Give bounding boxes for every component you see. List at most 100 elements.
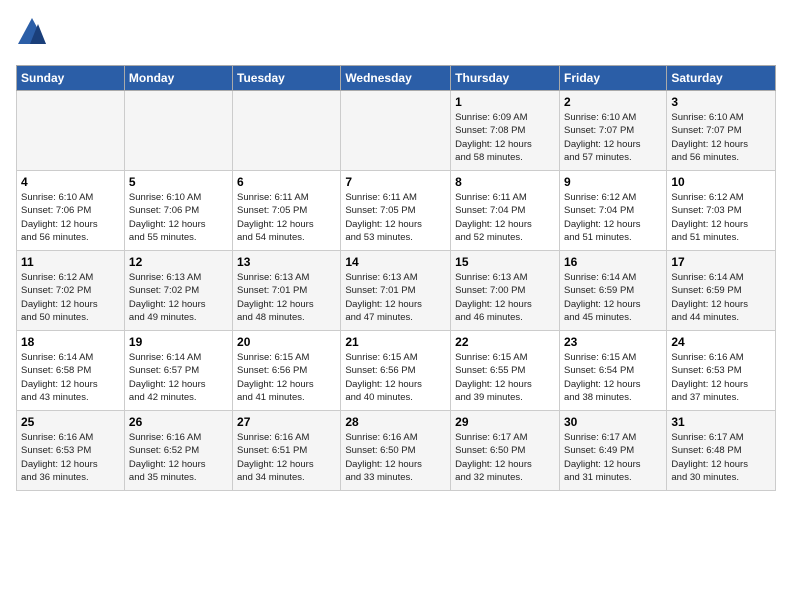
calendar-cell: 26 Sunrise: 6:16 AM Sunset: 6:52 PM Dayli…	[124, 411, 232, 491]
day-number: 20	[237, 335, 336, 349]
day-info: Sunrise: 6:17 AM Sunset: 6:50 PM Dayligh…	[455, 431, 555, 484]
calendar-cell: 12 Sunrise: 6:13 AM Sunset: 7:02 PM Dayli…	[124, 251, 232, 331]
day-number: 21	[345, 335, 446, 349]
day-info: Sunrise: 6:14 AM Sunset: 6:59 PM Dayligh…	[671, 271, 771, 324]
calendar-cell: 7 Sunrise: 6:11 AM Sunset: 7:05 PM Daylig…	[341, 171, 451, 251]
day-number: 28	[345, 415, 446, 429]
day-number: 13	[237, 255, 336, 269]
calendar-cell	[17, 91, 125, 171]
calendar-cell: 24 Sunrise: 6:16 AM Sunset: 6:53 PM Dayli…	[667, 331, 776, 411]
logo	[16, 16, 52, 53]
day-info: Sunrise: 6:13 AM Sunset: 7:01 PM Dayligh…	[345, 271, 446, 324]
day-info: Sunrise: 6:15 AM Sunset: 6:56 PM Dayligh…	[345, 351, 446, 404]
day-info: Sunrise: 6:16 AM Sunset: 6:50 PM Dayligh…	[345, 431, 446, 484]
day-number: 11	[21, 255, 120, 269]
col-header-thursday: Thursday	[451, 66, 560, 91]
day-info: Sunrise: 6:14 AM Sunset: 6:58 PM Dayligh…	[21, 351, 120, 404]
day-number: 14	[345, 255, 446, 269]
day-number: 15	[455, 255, 555, 269]
calendar-cell: 8 Sunrise: 6:11 AM Sunset: 7:04 PM Daylig…	[451, 171, 560, 251]
day-info: Sunrise: 6:16 AM Sunset: 6:52 PM Dayligh…	[129, 431, 228, 484]
col-header-sunday: Sunday	[17, 66, 125, 91]
page-header	[16, 16, 776, 53]
day-number: 18	[21, 335, 120, 349]
day-info: Sunrise: 6:10 AM Sunset: 7:06 PM Dayligh…	[129, 191, 228, 244]
day-number: 7	[345, 175, 446, 189]
day-number: 24	[671, 335, 771, 349]
calendar-cell: 4 Sunrise: 6:10 AM Sunset: 7:06 PM Daylig…	[17, 171, 125, 251]
calendar-cell: 16 Sunrise: 6:14 AM Sunset: 6:59 PM Dayli…	[559, 251, 666, 331]
day-number: 19	[129, 335, 228, 349]
day-info: Sunrise: 6:14 AM Sunset: 6:57 PM Dayligh…	[129, 351, 228, 404]
calendar-cell: 11Sunrise: 6:12 AM Sunset: 7:02 PM Dayli…	[17, 251, 125, 331]
day-info: Sunrise: 6:15 AM Sunset: 6:55 PM Dayligh…	[455, 351, 555, 404]
day-number: 8	[455, 175, 555, 189]
calendar-cell: 17 Sunrise: 6:14 AM Sunset: 6:59 PM Dayli…	[667, 251, 776, 331]
day-info: Sunrise: 6:13 AM Sunset: 7:00 PM Dayligh…	[455, 271, 555, 324]
day-number: 31	[671, 415, 771, 429]
day-number: 26	[129, 415, 228, 429]
calendar-cell: 15 Sunrise: 6:13 AM Sunset: 7:00 PM Dayli…	[451, 251, 560, 331]
calendar-cell: 25 Sunrise: 6:16 AM Sunset: 6:53 PM Dayli…	[17, 411, 125, 491]
day-number: 27	[237, 415, 336, 429]
calendar-cell: 19 Sunrise: 6:14 AM Sunset: 6:57 PM Dayli…	[124, 331, 232, 411]
day-info: Sunrise: 6:10 AM Sunset: 7:07 PM Dayligh…	[564, 111, 662, 164]
day-number: 22	[455, 335, 555, 349]
day-info: Sunrise: 6:11 AM Sunset: 7:05 PM Dayligh…	[345, 191, 446, 244]
day-info: Sunrise: 6:13 AM Sunset: 7:02 PM Dayligh…	[129, 271, 228, 324]
day-info: Sunrise: 6:12 AM Sunset: 7:03 PM Dayligh…	[671, 191, 771, 244]
day-number: 23	[564, 335, 662, 349]
calendar-cell: 27 Sunrise: 6:16 AM Sunset: 6:51 PM Dayli…	[233, 411, 341, 491]
day-number: 16	[564, 255, 662, 269]
day-number: 17	[671, 255, 771, 269]
calendar-cell: 22 Sunrise: 6:15 AM Sunset: 6:55 PM Dayli…	[451, 331, 560, 411]
calendar-cell: 3 Sunrise: 6:10 AM Sunset: 7:07 PM Daylig…	[667, 91, 776, 171]
day-info: Sunrise: 6:15 AM Sunset: 6:54 PM Dayligh…	[564, 351, 662, 404]
day-number: 12	[129, 255, 228, 269]
col-header-saturday: Saturday	[667, 66, 776, 91]
day-info: Sunrise: 6:14 AM Sunset: 6:59 PM Dayligh…	[564, 271, 662, 324]
calendar-table: SundayMondayTuesdayWednesdayThursdayFrid…	[16, 65, 776, 491]
calendar-cell: 14 Sunrise: 6:13 AM Sunset: 7:01 PM Dayli…	[341, 251, 451, 331]
calendar-cell: 5 Sunrise: 6:10 AM Sunset: 7:06 PM Daylig…	[124, 171, 232, 251]
day-info: Sunrise: 6:16 AM Sunset: 6:53 PM Dayligh…	[21, 431, 120, 484]
calendar-cell	[124, 91, 232, 171]
day-number: 6	[237, 175, 336, 189]
calendar-cell: 29Sunrise: 6:17 AM Sunset: 6:50 PM Dayli…	[451, 411, 560, 491]
calendar-cell: 23 Sunrise: 6:15 AM Sunset: 6:54 PM Dayli…	[559, 331, 666, 411]
calendar-cell: 13 Sunrise: 6:13 AM Sunset: 7:01 PM Dayli…	[233, 251, 341, 331]
day-number: 9	[564, 175, 662, 189]
col-header-tuesday: Tuesday	[233, 66, 341, 91]
calendar-cell: 20 Sunrise: 6:15 AM Sunset: 6:56 PM Dayli…	[233, 331, 341, 411]
calendar-cell: 28 Sunrise: 6:16 AM Sunset: 6:50 PM Dayli…	[341, 411, 451, 491]
calendar-cell: 21 Sunrise: 6:15 AM Sunset: 6:56 PM Dayli…	[341, 331, 451, 411]
calendar-cell: 6 Sunrise: 6:11 AM Sunset: 7:05 PM Daylig…	[233, 171, 341, 251]
day-info: Sunrise: 6:11 AM Sunset: 7:04 PM Dayligh…	[455, 191, 555, 244]
day-number: 4	[21, 175, 120, 189]
day-number: 3	[671, 95, 771, 109]
day-number: 25	[21, 415, 120, 429]
day-info: Sunrise: 6:11 AM Sunset: 7:05 PM Dayligh…	[237, 191, 336, 244]
calendar-cell: 1Sunrise: 6:09 AM Sunset: 7:08 PM Daylig…	[451, 91, 560, 171]
calendar-cell: 9 Sunrise: 6:12 AM Sunset: 7:04 PM Daylig…	[559, 171, 666, 251]
calendar-cell: 2Sunrise: 6:10 AM Sunset: 7:07 PM Daylig…	[559, 91, 666, 171]
day-info: Sunrise: 6:15 AM Sunset: 6:56 PM Dayligh…	[237, 351, 336, 404]
day-info: Sunrise: 6:13 AM Sunset: 7:01 PM Dayligh…	[237, 271, 336, 324]
day-info: Sunrise: 6:09 AM Sunset: 7:08 PM Dayligh…	[455, 111, 555, 164]
day-info: Sunrise: 6:17 AM Sunset: 6:48 PM Dayligh…	[671, 431, 771, 484]
calendar-cell: 18 Sunrise: 6:14 AM Sunset: 6:58 PM Dayli…	[17, 331, 125, 411]
col-header-wednesday: Wednesday	[341, 66, 451, 91]
calendar-cell: 10Sunrise: 6:12 AM Sunset: 7:03 PM Dayli…	[667, 171, 776, 251]
logo-icon	[16, 16, 48, 53]
day-info: Sunrise: 6:10 AM Sunset: 7:07 PM Dayligh…	[671, 111, 771, 164]
calendar-cell: 31 Sunrise: 6:17 AM Sunset: 6:48 PM Dayli…	[667, 411, 776, 491]
day-number: 30	[564, 415, 662, 429]
day-number: 5	[129, 175, 228, 189]
calendar-cell	[341, 91, 451, 171]
day-info: Sunrise: 6:10 AM Sunset: 7:06 PM Dayligh…	[21, 191, 120, 244]
day-info: Sunrise: 6:16 AM Sunset: 6:53 PM Dayligh…	[671, 351, 771, 404]
calendar-cell	[233, 91, 341, 171]
day-info: Sunrise: 6:16 AM Sunset: 6:51 PM Dayligh…	[237, 431, 336, 484]
day-info: Sunrise: 6:12 AM Sunset: 7:04 PM Dayligh…	[564, 191, 662, 244]
calendar-cell: 30Sunrise: 6:17 AM Sunset: 6:49 PM Dayli…	[559, 411, 666, 491]
